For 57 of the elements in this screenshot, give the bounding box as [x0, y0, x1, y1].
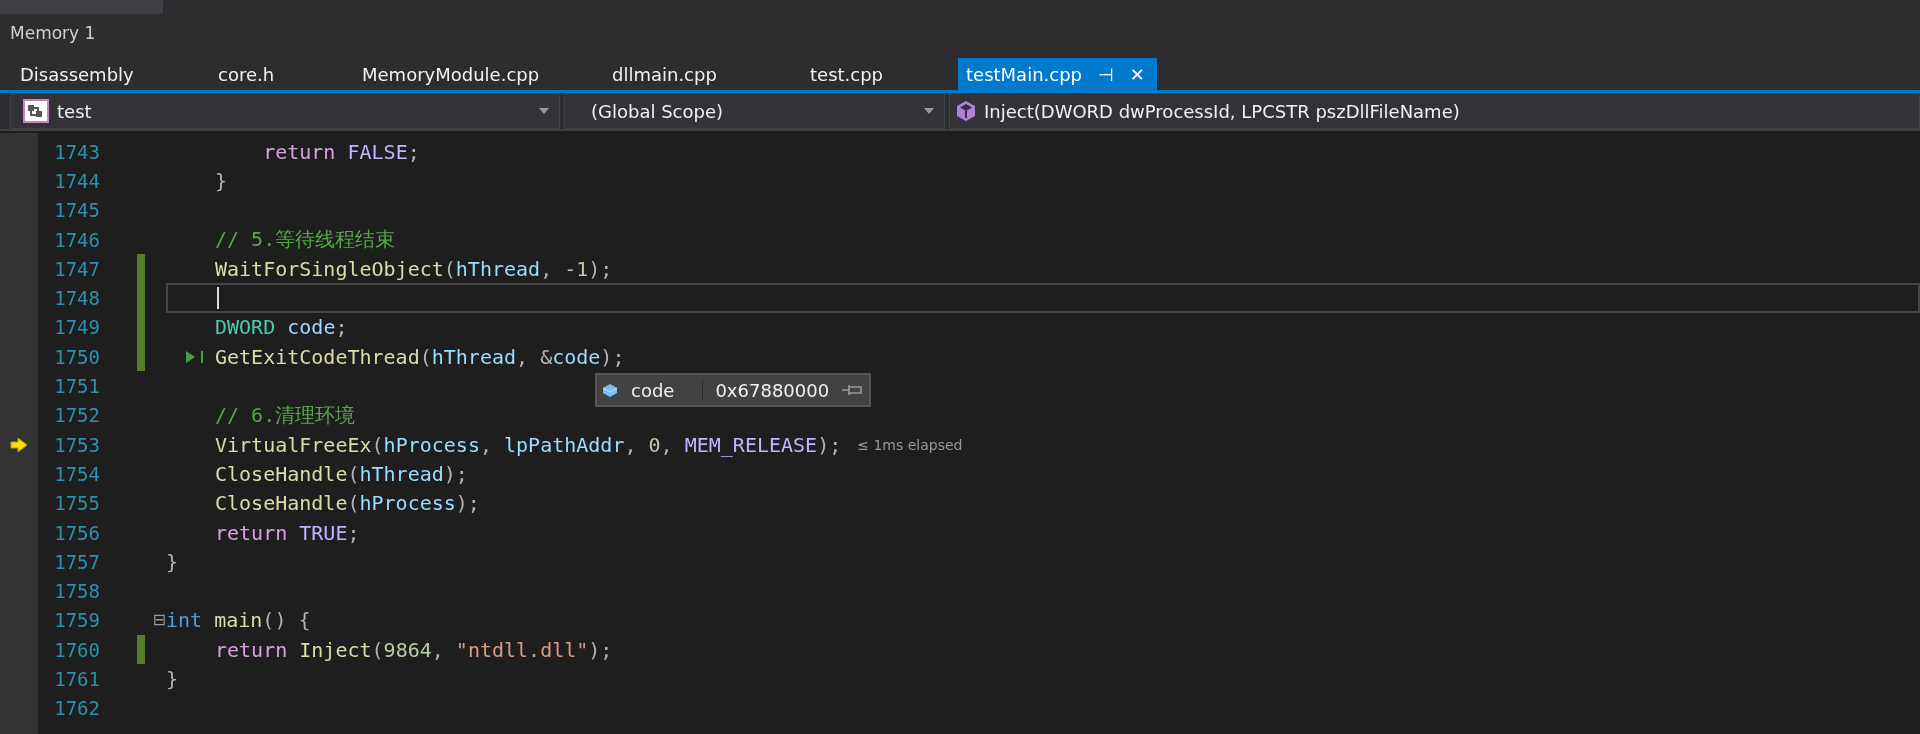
variable-value[interactable]: 0x67880000	[715, 379, 830, 401]
code-line: // 6.清理环境	[214, 401, 356, 429]
code-line: GetExitCodeThread(hThread, &code);	[214, 344, 625, 369]
editor-tab[interactable]: core.h	[198, 58, 342, 90]
code-line: }	[214, 168, 228, 193]
code-line: return Inject(9864, "ntdll.dll");	[214, 637, 613, 662]
code-line: VirtualFreeEx(hProcess, lpPathAddr, 0, MEM_RELEASE);	[214, 432, 842, 457]
line-number: 1762	[53, 697, 100, 720]
editor-tab[interactable]: testMain.cpp ⊣ ✕	[958, 58, 1157, 90]
editor-tab[interactable]: Disassembly	[0, 58, 198, 90]
project-icon	[23, 99, 49, 123]
line-number: 1756	[53, 521, 100, 544]
code-line: return FALSE;	[262, 139, 420, 164]
code-line: }	[166, 667, 179, 691]
code-line: CloseHandle(hProcess);	[214, 491, 480, 516]
code-line: }	[166, 549, 179, 574]
line-number: 1745	[53, 199, 100, 222]
line-number: 1753	[53, 433, 100, 456]
cube-icon	[956, 100, 976, 122]
line-number: 1752	[53, 404, 100, 427]
line-number: 1749	[53, 316, 100, 339]
line-number: 1750	[53, 345, 100, 368]
line-number: 1748	[53, 287, 100, 310]
line-number: 1759	[53, 609, 100, 632]
elapsed-hint: ≤ 1ms elapsed	[857, 436, 963, 453]
code-line: // 5.等待线程结束	[214, 226, 396, 254]
line-number: 1761	[53, 668, 100, 690]
caret-icon	[924, 108, 934, 114]
close-icon[interactable]: ✕	[1129, 63, 1145, 85]
panel-title: Memory 1	[9, 22, 97, 43]
pin-icon[interactable]: ⊣	[1098, 63, 1114, 85]
caret-icon	[539, 108, 549, 114]
code-line: int main() {	[166, 608, 311, 633]
editor-tab[interactable]: dllmain.cpp	[592, 58, 790, 90]
editor-tab[interactable]: test.cpp	[790, 58, 958, 90]
line-number: 1746	[53, 228, 100, 251]
editor-tab[interactable]: MemoryModule.cpp	[342, 58, 592, 90]
code-line: DWORD code;	[214, 315, 348, 340]
code-line: CloseHandle(hThread);	[214, 461, 468, 486]
collapse-toggle[interactable]: ⊟	[152, 612, 166, 629]
variable-icon	[601, 382, 619, 398]
variable-name: code	[631, 379, 704, 401]
code-line: return TRUE;	[214, 520, 360, 545]
line-number: 1743	[53, 140, 100, 163]
line-number: 1744	[53, 169, 100, 192]
line-number: 1751	[53, 375, 100, 397]
line-number: 1747	[53, 257, 100, 280]
pin-icon	[841, 383, 864, 397]
line-number: 1755	[53, 492, 100, 515]
line-number: 1754	[53, 462, 100, 485]
line-number: 1757	[53, 550, 100, 573]
code-line: WaitForSingleObject(hThread, -1);	[214, 256, 613, 281]
scope-dropdown[interactable]: (Global Scope)	[564, 93, 945, 129]
project-dropdown[interactable]: test	[10, 93, 560, 129]
line-number: 1760	[53, 638, 100, 661]
member-dropdown[interactable]: Inject(DWORD dwProcessId, LPCSTR pszDllFileName)	[949, 93, 1920, 129]
line-number: 1758	[53, 580, 100, 603]
